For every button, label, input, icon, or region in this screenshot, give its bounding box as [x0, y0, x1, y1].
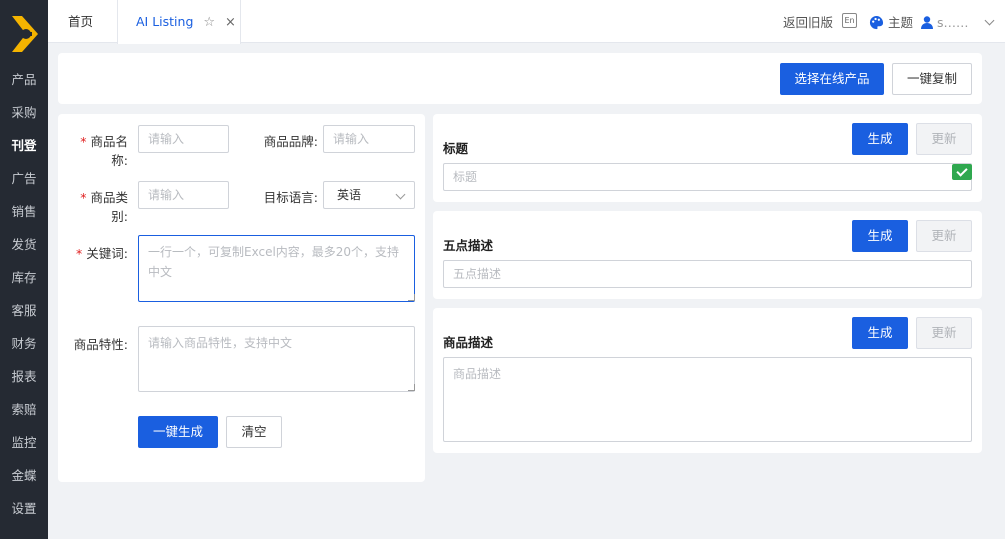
sidebar-item[interactable]: 广告: [0, 162, 48, 195]
theme-label: 主题: [887, 15, 913, 30]
sidebar: 产品 采购 刊登 广告 销售 发货 库存 客服 财务 报表 索赔 监控 金蝶 设置: [0, 0, 48, 539]
clear-button[interactable]: 清空: [226, 416, 282, 448]
features-textarea[interactable]: 请输入商品特性，支持中文: [138, 326, 415, 392]
palette-icon: [869, 15, 884, 30]
sidebar-item[interactable]: 产品: [0, 63, 48, 96]
title-update-button[interactable]: 更新: [916, 123, 972, 155]
bullets-input[interactable]: 五点描述: [443, 260, 972, 288]
title-heading: 标题: [443, 141, 469, 156]
sidebar-item[interactable]: 财务: [0, 327, 48, 360]
brand-logo-icon[interactable]: [8, 14, 40, 54]
bullets-update-button[interactable]: 更新: [916, 220, 972, 252]
sidebar-item[interactable]: 设置: [0, 492, 48, 525]
input-form-card: * 商品名称: 请输入 商品品牌: 请输入 * 商品类别: 请输入 目标语言: 英语…: [58, 114, 425, 482]
product-category-label: * 商品类别:: [80, 190, 128, 224]
title-generate-button[interactable]: 生成: [852, 123, 908, 155]
sidebar-item[interactable]: 客服: [0, 294, 48, 327]
sidebar-item[interactable]: 金蝶: [0, 459, 48, 492]
chevron-down-icon: [985, 15, 995, 26]
tab-ai-listing-label: AI Listing: [136, 14, 194, 29]
tab-ai-listing[interactable]: AI Listing ☆ ×: [117, 0, 241, 44]
keywords-label: * 关键词:: [76, 246, 128, 261]
title-section: 标题 生成 更新 标题: [433, 114, 982, 202]
description-textarea[interactable]: 商品描述: [443, 357, 972, 442]
resize-grip-icon[interactable]: [408, 384, 415, 391]
resize-grip-icon[interactable]: [408, 294, 415, 301]
star-icon[interactable]: ☆: [203, 15, 215, 30]
product-category-input[interactable]: 请输入: [138, 181, 229, 209]
sidebar-item[interactable]: 监控: [0, 426, 48, 459]
description-heading: 商品描述: [443, 335, 494, 350]
bullets-heading: 五点描述: [443, 238, 494, 253]
description-generate-button[interactable]: 生成: [852, 317, 908, 349]
title-input[interactable]: 标题: [443, 163, 972, 191]
close-icon[interactable]: ×: [225, 15, 236, 30]
sidebar-item[interactable]: 发货: [0, 228, 48, 261]
chevron-down-icon: [395, 189, 406, 200]
product-brand-input[interactable]: 请输入: [323, 125, 415, 153]
user-menu[interactable]: s……: [921, 0, 995, 43]
target-language-label: 目标语言:: [263, 190, 318, 205]
description-update-button[interactable]: 更新: [916, 317, 972, 349]
generate-all-button[interactable]: 一键生成: [138, 416, 218, 448]
product-name-input[interactable]: 请输入: [138, 125, 229, 153]
sidebar-item[interactable]: 索赔: [0, 393, 48, 426]
sidebar-item[interactable]: 库存: [0, 261, 48, 294]
target-language-select[interactable]: 英语: [323, 181, 415, 209]
toolbar-card: 选择在线产品 一键复制: [58, 53, 982, 104]
bullets-generate-button[interactable]: 生成: [852, 220, 908, 252]
description-section: 商品描述 生成 更新 商品描述: [433, 308, 982, 453]
sidebar-item[interactable]: 销售: [0, 195, 48, 228]
check-icon: [952, 164, 972, 180]
theme-button[interactable]: 主题: [869, 0, 913, 43]
user-icon: [921, 16, 933, 29]
select-online-product-button[interactable]: 选择在线产品: [780, 63, 884, 95]
product-brand-label: 商品品牌:: [263, 134, 318, 149]
features-label: 商品特性:: [73, 337, 128, 352]
sidebar-item[interactable]: 采购: [0, 96, 48, 129]
target-language-value: 英语: [337, 188, 362, 202]
top-bar: 首页 AI Listing ☆ × 返回旧版 En 主题 s……: [48, 0, 1005, 44]
user-name: s……: [936, 15, 969, 30]
sidebar-item[interactable]: 报表: [0, 360, 48, 393]
copy-all-button[interactable]: 一键复制: [892, 63, 972, 95]
back-old-version-link[interactable]: 返回旧版: [783, 0, 833, 43]
product-name-label: * 商品名称:: [80, 134, 128, 168]
tab-home[interactable]: 首页: [68, 0, 93, 43]
language-badge-icon[interactable]: En: [842, 13, 857, 28]
bullets-section: 五点描述 生成 更新 五点描述: [433, 211, 982, 299]
sidebar-item[interactable]: 刊登: [0, 129, 48, 162]
keywords-textarea[interactable]: 一行一个，可复制Excel内容，最多20个，支持中文: [138, 235, 415, 302]
